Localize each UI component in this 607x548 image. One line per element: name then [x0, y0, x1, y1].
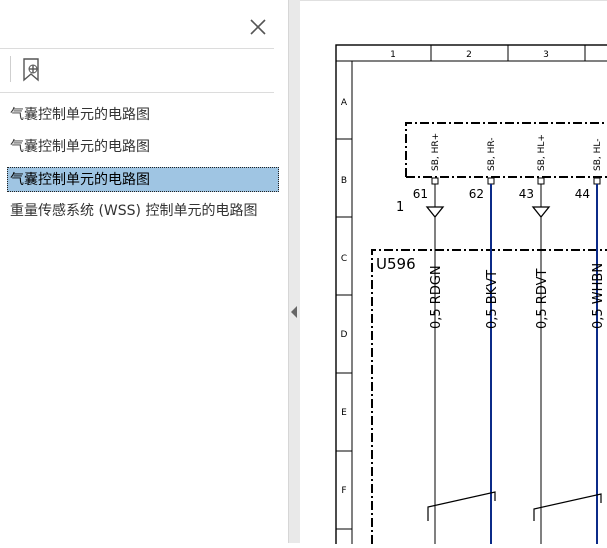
document-view[interactable]: 1 2 3 A B C D E F 1 U596 SB, HR+ 61 0,5 RD…: [300, 0, 607, 548]
wire-label: 0,5 RDGN: [429, 265, 444, 329]
column-label: 3: [543, 50, 549, 60]
wiring-diagram: 1 2 3 A B C D E F 1 U596 SB, HR+ 61 0,5 RD…: [335, 44, 607, 548]
connector-triangle: [425, 206, 445, 219]
pin-terminal: [537, 177, 545, 185]
pin-terminal: [487, 177, 495, 185]
row-label: C: [341, 254, 347, 264]
divider: [0, 48, 274, 49]
wire-label: 0,5 BKVT: [485, 270, 500, 329]
pin-label: SB, HR+: [431, 133, 441, 171]
collapse-arrow-icon[interactable]: [291, 306, 297, 318]
divider: [0, 92, 274, 93]
pin-number: 43: [519, 187, 534, 201]
pin-terminal: [593, 177, 601, 185]
bookmark-add-icon[interactable]: [20, 57, 44, 83]
pin-label: SB, HL-: [593, 139, 603, 171]
wire-label: 0,5 RDVT: [535, 268, 550, 329]
row-label: D: [341, 330, 348, 340]
bookmark-item[interactable]: 气囊控制单元的电路图: [8, 135, 152, 160]
bookmark-item[interactable]: 气囊控制单元的电路图: [8, 103, 152, 128]
pin-number: 61: [413, 187, 428, 201]
pin-label: SB, HR-: [487, 137, 497, 171]
row-label: E: [341, 408, 347, 418]
toolbar-divider: [10, 56, 11, 82]
wire-label: 0,5 WHBN: [591, 263, 606, 329]
bookmark-item-selected[interactable]: 气囊控制单元的电路图: [7, 167, 279, 192]
pin-terminal: [431, 177, 439, 185]
panel-splitter[interactable]: [288, 0, 300, 543]
switch-contact: [533, 493, 602, 521]
pin-label: SB, HL+: [537, 134, 547, 171]
row-label: A: [341, 98, 348, 108]
column-label: 1: [390, 50, 396, 60]
component-label: U596: [376, 255, 416, 273]
diagram-frame: [335, 44, 607, 548]
pin-number: 62: [469, 187, 484, 201]
row-label: B: [341, 176, 347, 186]
connector-triangle: [531, 206, 551, 219]
switch-contact: [427, 491, 496, 521]
close-icon[interactable]: [246, 15, 270, 39]
bookmark-item[interactable]: 重量传感系统 (WSS) 控制单元的电路图: [8, 199, 259, 224]
row-label: F: [341, 486, 346, 496]
column-label: 2: [466, 50, 472, 60]
connector-label: 1: [396, 200, 404, 215]
pin-number: 44: [575, 187, 590, 201]
bookmarks-panel: 气囊控制单元的电路图 气囊控制单元的电路图 气囊控制单元的电路图 重量传感系统 …: [0, 0, 288, 543]
